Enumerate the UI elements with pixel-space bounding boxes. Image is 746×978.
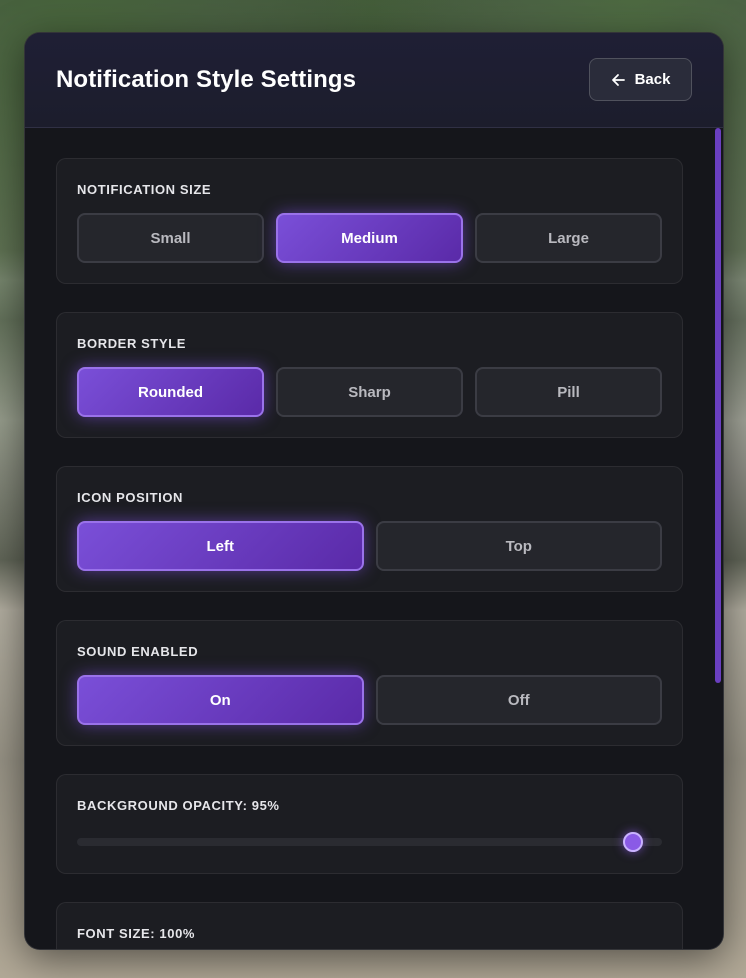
panel-header: Notification Style Settings Back [25,33,723,128]
icon-position-option-top[interactable]: Top [375,521,662,571]
background-opacity-card: BACKGROUND OPACITY: 95% [56,774,683,874]
border-option-sharp[interactable]: Sharp [276,367,463,417]
border-style-card: BORDER STYLE Rounded Sharp Pill [56,312,683,438]
opacity-slider-thumb[interactable] [622,832,643,852]
size-option-large[interactable]: Large [475,213,662,263]
notification-size-card: NOTIFICATION SIZE Small Medium Large [56,158,683,284]
sound-option-off[interactable]: Off [375,675,662,725]
background-opacity-label: BACKGROUND OPACITY: 95% [77,798,280,813]
scrollbar-thumb[interactable] [715,128,721,683]
size-option-medium[interactable]: Medium [276,213,463,263]
sound-enabled-card: SOUND ENABLED On Off [56,620,683,746]
notification-size-label: NOTIFICATION SIZE [77,182,212,197]
border-style-label: BORDER STYLE [77,336,187,351]
font-size-label: FONT SIZE: 100% [77,926,196,941]
page-title: Notification Style Settings [56,66,357,93]
opacity-slider[interactable] [77,832,662,852]
settings-content[interactable]: NOTIFICATION SIZE Small Medium Large BOR… [25,128,723,949]
settings-panel: Notification Style Settings Back NOTIFIC… [24,32,724,950]
icon-position-label: ICON POSITION [77,490,184,505]
back-button[interactable]: Back [589,58,692,101]
sound-option-on[interactable]: On [77,675,364,725]
back-button-label: Back [634,71,671,88]
icon-position-option-left[interactable]: Left [77,521,364,571]
font-size-card: FONT SIZE: 100% [56,902,683,949]
sound-enabled-label: SOUND ENABLED [77,644,199,659]
arrow-left-icon [611,73,625,86]
size-option-small[interactable]: Small [77,213,264,263]
icon-position-card: ICON POSITION Left Top [56,466,683,592]
border-option-pill[interactable]: Pill [475,367,662,417]
border-option-rounded[interactable]: Rounded [77,367,264,417]
